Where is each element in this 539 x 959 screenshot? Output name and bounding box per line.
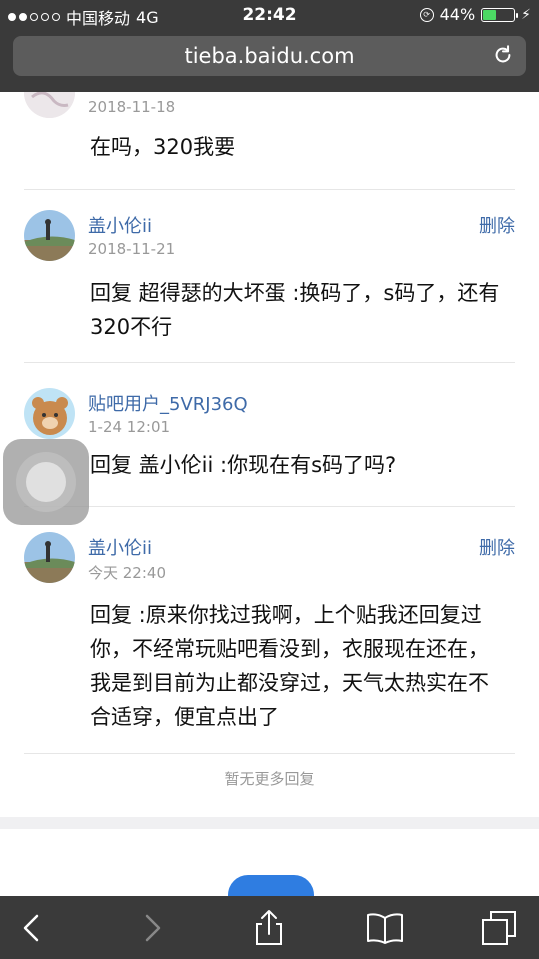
back-icon[interactable] — [12, 908, 52, 948]
reply-text: 回复 超得瑟的大坏蛋 :换码了，s码了，还有320不行 — [90, 281, 500, 339]
url-text[interactable]: tieba.baidu.com — [13, 44, 526, 68]
reply-time: 2018-11-21 — [88, 240, 176, 258]
reply-text: 回复 :原来你找过我啊，上个贴我还回复过你，不经常玩贴吧看没到，衣服现在还在，我… — [90, 603, 489, 729]
avatar-image — [24, 92, 75, 118]
reply-text: 回复 盖小伦ii :你现在有s码了吗? — [90, 453, 397, 477]
delete-button[interactable]: 删除 — [479, 534, 515, 560]
share-icon[interactable] — [249, 908, 289, 948]
reply-author[interactable]: 贴吧用户_5VRJ36Q — [88, 390, 248, 416]
divider — [24, 362, 515, 363]
address-bar[interactable]: tieba.baidu.com — [13, 36, 526, 76]
battery-fill — [483, 9, 497, 20]
avatar[interactable] — [24, 532, 75, 583]
avatar[interactable] — [24, 92, 75, 118]
reload-icon[interactable] — [492, 44, 514, 66]
divider — [24, 189, 515, 190]
avatar-image — [24, 388, 75, 439]
avatar[interactable] — [24, 388, 75, 439]
forward-icon[interactable] — [132, 908, 172, 948]
browser-toolbar — [0, 896, 539, 959]
reply-author[interactable]: 盖小伦ii — [88, 534, 152, 560]
browser-top-bar: 中国移动 4G 22:42 ⟳ 44% ⚡ tieba.baidu.com — [0, 0, 539, 92]
bookmarks-icon[interactable] — [365, 908, 405, 948]
section-separator — [0, 817, 539, 829]
status-right: ⟳ 44% ⚡ — [419, 5, 531, 24]
divider — [24, 506, 515, 507]
status-bar: 中国移动 4G 22:42 ⟳ 44% ⚡ — [0, 0, 539, 30]
divider — [24, 753, 515, 754]
no-more-replies-label: 暂无更多回复 — [224, 770, 315, 788]
reply-time: 1-24 12:01 — [88, 418, 171, 436]
orientation-lock-icon: ⟳ — [419, 7, 434, 22]
delete-button[interactable]: 删除 — [479, 212, 515, 238]
avatar-image — [24, 532, 75, 583]
avatar[interactable] — [24, 210, 75, 261]
reply-text: 在吗，320我要 — [90, 135, 236, 159]
battery-icon — [481, 7, 519, 22]
charging-icon: ⚡ — [521, 6, 531, 23]
assistive-touch-center — [26, 462, 66, 502]
tabs-icon[interactable] — [479, 908, 519, 948]
reply-button[interactable] — [228, 875, 314, 896]
reply-author[interactable]: 盖小伦ii — [88, 212, 152, 238]
reply-time: 今天 22:40 — [88, 564, 166, 582]
battery-percent: 44% — [439, 5, 476, 24]
avatar-image — [24, 210, 75, 261]
assistive-touch-button[interactable] — [3, 439, 89, 525]
reply-time: 2018-11-18 — [88, 98, 176, 116]
